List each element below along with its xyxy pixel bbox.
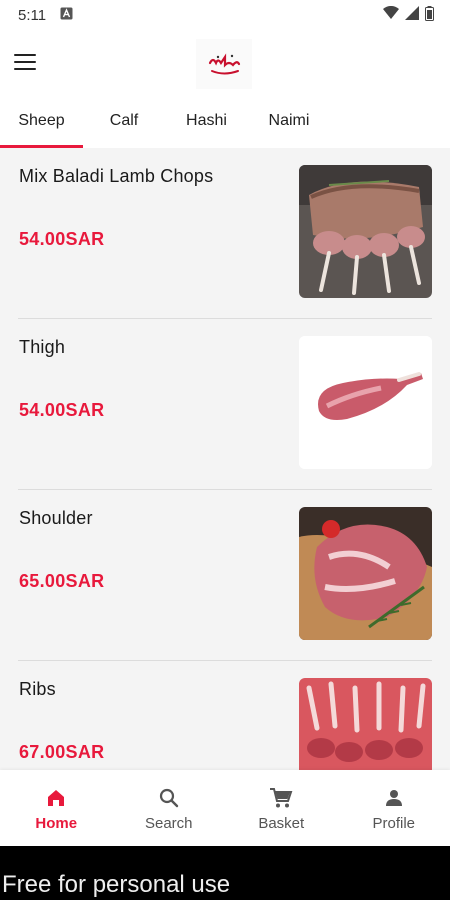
lamb-ribs-photo[interactable]: [299, 678, 432, 770]
tab-hashi[interactable]: Hashi: [165, 94, 248, 148]
brand-logo-icon: [192, 36, 256, 92]
category-tabs: Sheep Calf Hashi Naimi: [0, 94, 450, 148]
nav-label: Home: [35, 814, 78, 832]
nav-home[interactable]: Home: [0, 770, 113, 846]
product-price: 54.00SAR: [19, 229, 105, 249]
tab-calf[interactable]: Calf: [83, 94, 165, 148]
signal-icon: [405, 6, 419, 24]
watermark-banner: Free for personal use: [0, 846, 450, 900]
tab-label: Hashi: [186, 112, 227, 129]
product-price: 54.00SAR: [19, 400, 105, 420]
lamb-shoulder-photo[interactable]: [299, 507, 432, 640]
bottom-navigation: Home Search Basket Profile: [0, 770, 450, 846]
product-price: 65.00SAR: [19, 571, 105, 591]
nav-label: Basket: [258, 814, 305, 832]
product-name: Mix Baladi Lamb Chops: [19, 166, 214, 186]
nav-search[interactable]: Search: [113, 770, 226, 846]
nav-profile[interactable]: Profile: [338, 770, 450, 846]
product-list: Mix Baladi Lamb Chops 54.00SAR Thigh 54.…: [0, 148, 450, 770]
tab-sheep[interactable]: Sheep: [0, 94, 83, 148]
app-bar: [0, 30, 450, 94]
nav-basket[interactable]: Basket: [225, 770, 338, 846]
search-icon: [156, 785, 182, 811]
product-price: 67.00SAR: [19, 742, 105, 762]
watermark-text: Free for personal use: [2, 871, 231, 898]
tab-label: Calf: [109, 112, 139, 129]
person-icon: [381, 785, 407, 811]
product-item[interactable]: Ribs 67.00SAR: [18, 661, 432, 770]
nav-label: Profile: [372, 814, 416, 832]
product-item[interactable]: Shoulder 65.00SAR: [18, 490, 432, 661]
a-square-icon: [60, 7, 73, 24]
product-name: Ribs: [19, 679, 56, 699]
product-item[interactable]: Mix Baladi Lamb Chops 54.00SAR: [18, 148, 432, 319]
lamb-chops-photo[interactable]: [299, 165, 432, 298]
wifi-icon: [383, 5, 399, 24]
hamburger-menu-icon[interactable]: [14, 48, 42, 76]
home-icon: [43, 785, 69, 811]
product-name: Shoulder: [19, 508, 93, 528]
status-time: 5:11: [18, 6, 47, 24]
lamb-thigh-photo[interactable]: [299, 336, 432, 469]
tab-label: Sheep: [18, 112, 65, 129]
cart-icon: [268, 785, 294, 811]
product-name: Thigh: [19, 337, 66, 357]
status-bar: 5:11: [0, 0, 450, 30]
battery-icon: [425, 5, 434, 25]
tab-naimi[interactable]: Naimi: [248, 94, 330, 148]
tab-label: Naimi: [268, 112, 310, 129]
nav-label: Search: [144, 814, 193, 832]
product-item[interactable]: Thigh 54.00SAR: [18, 319, 432, 490]
